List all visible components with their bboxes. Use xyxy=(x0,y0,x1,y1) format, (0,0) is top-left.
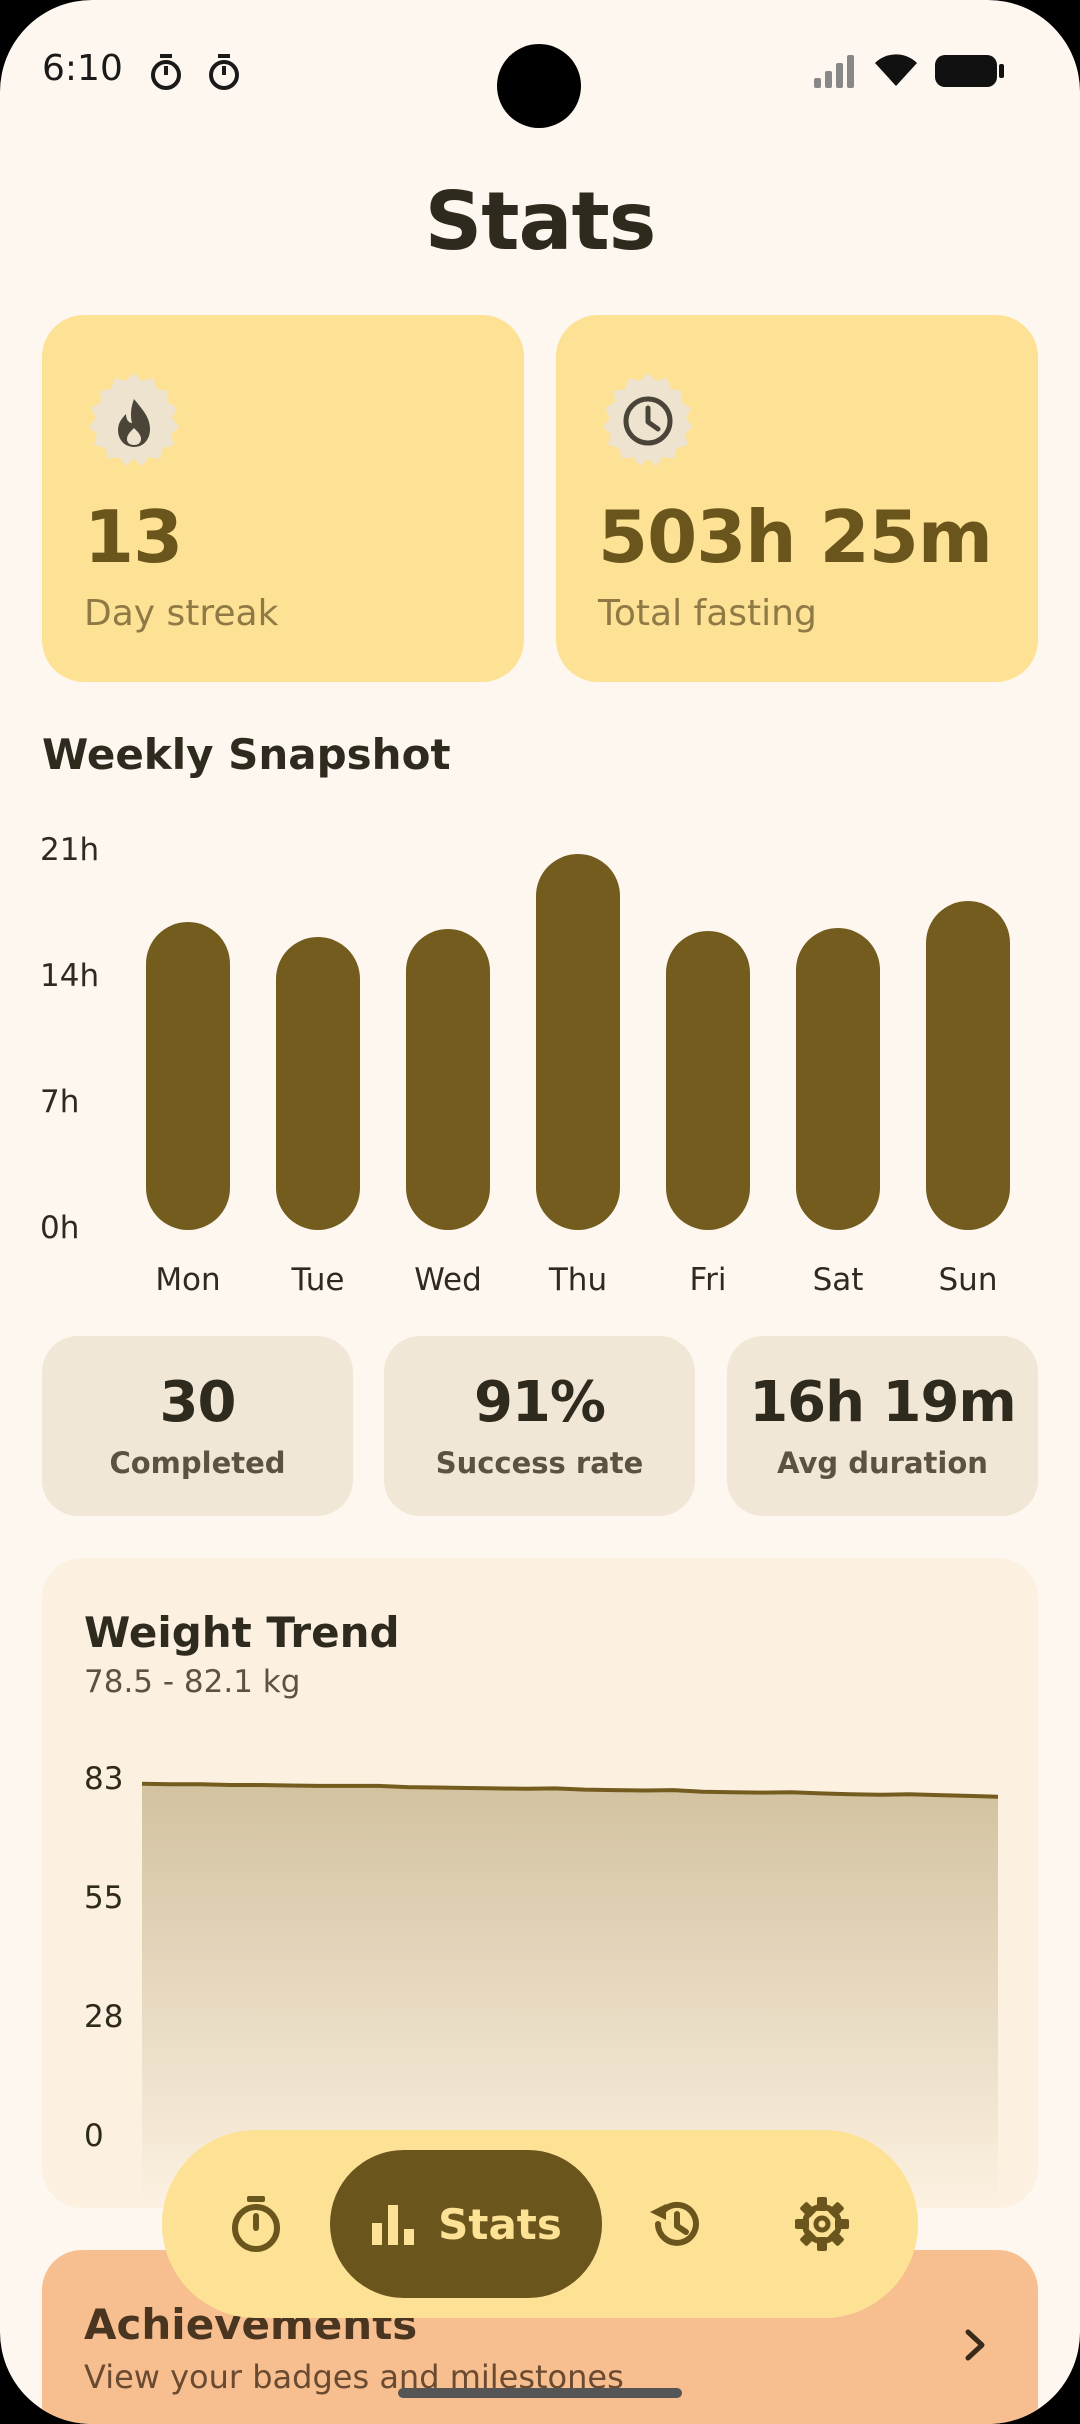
completed-stat: 30 Completed xyxy=(42,1336,353,1516)
wifi-icon xyxy=(875,54,917,86)
stats-screen: 6:10 Stats 13 Day streak 503h 25m Total … xyxy=(0,0,1080,2424)
x-tick-label: Tue xyxy=(291,1262,345,1298)
y-tick-label: 7h xyxy=(40,1084,80,1120)
bar-sat xyxy=(796,927,880,1230)
weight-trend-card: Weight Trend 78.5 - 82.1 kg 83 55 28 0 xyxy=(42,1558,1038,2208)
bar-mon xyxy=(146,922,230,1230)
streak-label: Day streak xyxy=(84,593,279,634)
timer-icon xyxy=(232,2196,280,2252)
bottom-nav: Stats xyxy=(162,2130,918,2318)
camera-cutout xyxy=(497,44,581,128)
success-rate-label: Success rate xyxy=(435,1446,644,1480)
history-icon xyxy=(650,2201,699,2246)
home-indicator[interactable] xyxy=(398,2388,682,2398)
x-tick-label: Sat xyxy=(812,1262,864,1298)
chevron-right-icon xyxy=(965,2329,985,2361)
x-tick-label: Wed xyxy=(414,1262,482,1298)
bar-wed xyxy=(406,929,490,1230)
clock-icon xyxy=(603,373,693,466)
bar-thu xyxy=(536,853,620,1230)
x-tick-label: Sun xyxy=(938,1262,998,1298)
nav-stats[interactable]: Stats xyxy=(330,2150,602,2298)
bar-chart-icon xyxy=(372,2205,415,2245)
y-tick-label: 28 xyxy=(84,1999,124,2035)
signal-icon xyxy=(814,55,854,88)
y-tick-label: 0h xyxy=(40,1210,80,1246)
bar-fri xyxy=(666,931,750,1230)
completed-label: Completed xyxy=(109,1446,286,1480)
y-tick-label: 0 xyxy=(84,2118,104,2154)
weight-trend-title: Weight Trend xyxy=(84,1608,400,1657)
x-tick-label: Thu xyxy=(548,1262,608,1298)
nav-stats-label: Stats xyxy=(438,2199,562,2249)
streak-card: 13 Day streak xyxy=(42,315,524,682)
total-fasting-value: 503h 25m xyxy=(598,495,993,579)
nav-timer[interactable] xyxy=(206,2174,306,2274)
status-time: 6:10 xyxy=(42,48,123,89)
y-tick-label: 21h xyxy=(40,832,100,868)
nav-settings[interactable] xyxy=(772,2174,872,2274)
completed-value: 30 xyxy=(159,1370,237,1435)
avg-duration-label: Avg duration xyxy=(777,1446,988,1480)
page-title: Stats xyxy=(424,175,657,268)
weekly-snapshot-title: Weekly Snapshot xyxy=(42,730,451,779)
total-fasting-label: Total fasting xyxy=(598,593,817,634)
y-tick-label: 83 xyxy=(84,1761,124,1797)
weight-range: 78.5 - 82.1 kg xyxy=(84,1664,301,1700)
total-fasting-card: 503h 25m Total fasting xyxy=(556,315,1038,682)
bar-sun xyxy=(926,900,1010,1230)
y-tick-label: 14h xyxy=(40,958,100,994)
stopwatch-icon xyxy=(209,54,239,90)
success-rate-value: 91% xyxy=(473,1370,606,1435)
x-tick-label: Fri xyxy=(689,1262,727,1298)
nav-history[interactable] xyxy=(626,2174,726,2274)
battery-icon xyxy=(935,55,1004,87)
x-tick-label: Mon xyxy=(155,1262,221,1298)
avg-duration-value: 16h 19m xyxy=(749,1370,1017,1435)
streak-value: 13 xyxy=(84,495,183,579)
stopwatch-icon xyxy=(151,54,181,90)
weekly-bar-chart: 21h 14h 7h 0h Mon Tue Wed Thu Fri Sat Sun xyxy=(0,820,1080,1300)
gear-icon xyxy=(795,2197,849,2251)
y-tick-label: 55 xyxy=(84,1880,124,1916)
avg-duration-stat: 16h 19m Avg duration xyxy=(727,1336,1038,1516)
bar-tue xyxy=(276,936,360,1230)
status-bar: 6:10 xyxy=(0,0,1080,140)
flame-icon xyxy=(89,373,179,466)
success-rate-stat: 91% Success rate xyxy=(384,1336,695,1516)
